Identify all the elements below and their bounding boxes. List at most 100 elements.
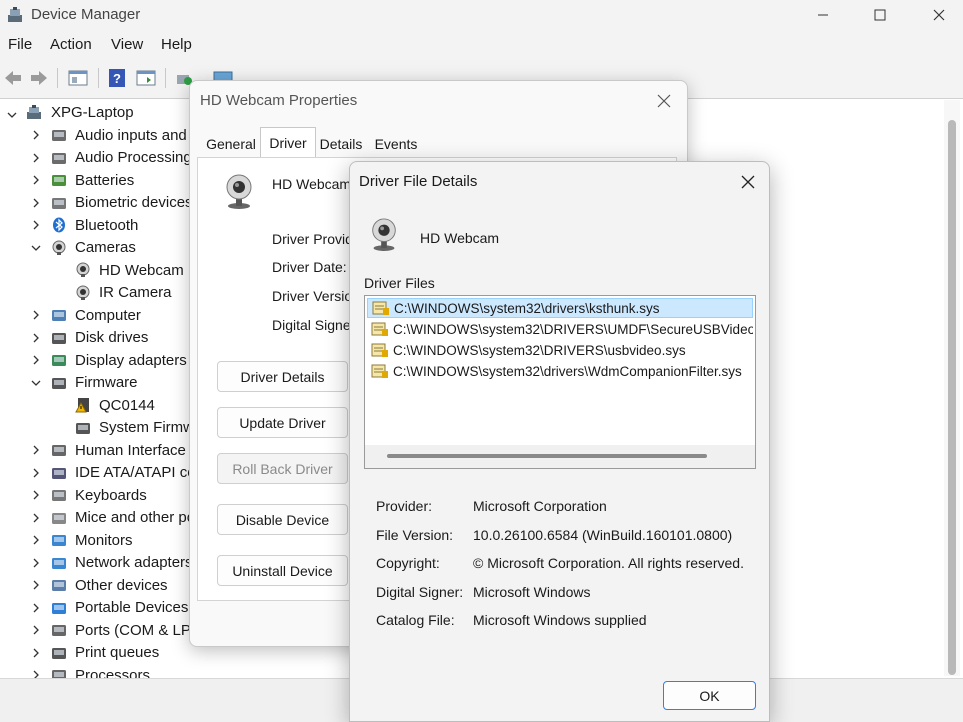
file-path: C:\WINDOWS\system32\drivers\ksthunk.sys bbox=[394, 300, 660, 316]
catalog-file-value: Microsoft Windows supplied bbox=[473, 612, 647, 628]
uninstall-device-button[interactable]: Uninstall Device bbox=[217, 555, 348, 586]
close-icon[interactable] bbox=[740, 174, 756, 190]
forward-button[interactable] bbox=[28, 66, 50, 90]
tree-device-item[interactable]: System Firmw bbox=[99, 417, 194, 439]
list-item[interactable]: C:\WINDOWS\system32\drivers\ksthunk.sys bbox=[367, 298, 753, 318]
scrollbar-thumb[interactable] bbox=[948, 120, 956, 675]
chevron-right-icon[interactable] bbox=[30, 197, 42, 209]
warning-firmware-icon bbox=[75, 398, 89, 413]
tree-device-item[interactable]: HD Webcam bbox=[99, 259, 184, 281]
driver-file-icon bbox=[372, 301, 389, 315]
tab-general[interactable]: General bbox=[202, 131, 260, 157]
tree-category-item[interactable]: Other devices bbox=[75, 574, 168, 596]
tree-category-item[interactable]: Keyboards bbox=[75, 484, 147, 506]
tree-category-item[interactable]: Cameras bbox=[75, 237, 136, 259]
tree-category-item[interactable]: Ports (COM & LPT bbox=[75, 619, 200, 641]
chevron-right-icon[interactable] bbox=[30, 467, 42, 479]
close-button[interactable] bbox=[916, 0, 962, 30]
file-path: C:\WINDOWS\system32\DRIVERS\UMDF\SecureU… bbox=[393, 321, 753, 337]
svg-text:?: ? bbox=[113, 71, 121, 86]
tree-category-item[interactable]: Computer bbox=[75, 304, 141, 326]
tree-category-item[interactable]: Audio inputs and bbox=[75, 124, 187, 146]
show-action-pane-button[interactable] bbox=[134, 66, 158, 90]
chevron-right-icon[interactable] bbox=[30, 534, 42, 546]
toolbar-separator bbox=[98, 68, 99, 88]
driver-provider-label: Driver Provide bbox=[272, 231, 361, 247]
chevron-down-icon[interactable] bbox=[6, 109, 18, 121]
chevron-right-icon[interactable] bbox=[30, 309, 42, 321]
chevron-down-icon[interactable] bbox=[30, 242, 42, 254]
tree-category-item[interactable]: Processors bbox=[75, 664, 150, 679]
ok-button[interactable]: OK bbox=[663, 681, 756, 710]
menu-file[interactable]: File bbox=[8, 36, 32, 53]
back-button[interactable] bbox=[2, 66, 24, 90]
horizontal-scrollbar[interactable] bbox=[365, 445, 755, 468]
help-button[interactable]: ? bbox=[106, 66, 128, 90]
fingerprint-icon bbox=[52, 197, 66, 209]
chevron-right-icon[interactable] bbox=[30, 354, 42, 366]
chevron-right-icon[interactable] bbox=[30, 579, 42, 591]
driver-details-button[interactable]: Driver Details bbox=[217, 361, 348, 392]
roll-back-driver-button[interactable]: Roll Back Driver bbox=[217, 453, 348, 484]
tree-root[interactable]: XPG-Laptop bbox=[51, 101, 134, 123]
digital-signer-label: Digital Signer: bbox=[376, 584, 464, 600]
tree-device-item[interactable]: IR Camera bbox=[99, 282, 172, 304]
chevron-right-icon[interactable] bbox=[30, 219, 42, 231]
scrollbar-thumb[interactable] bbox=[387, 454, 707, 458]
tree-category-item[interactable]: Human Interface I bbox=[75, 439, 194, 461]
tree-category-item[interactable]: Audio Processing bbox=[75, 147, 192, 169]
audio-icon bbox=[52, 130, 66, 141]
tree-category-item[interactable]: Batteries bbox=[75, 169, 134, 191]
chevron-right-icon[interactable] bbox=[30, 647, 42, 659]
minimize-button[interactable] bbox=[800, 0, 846, 30]
chevron-right-icon[interactable] bbox=[30, 332, 42, 344]
tree-category-item[interactable]: Portable Devices bbox=[75, 597, 188, 619]
chevron-down-icon[interactable] bbox=[30, 377, 42, 389]
tree-category-item[interactable]: Monitors bbox=[75, 529, 133, 551]
chevron-right-icon[interactable] bbox=[30, 444, 42, 456]
action-pane-icon bbox=[136, 70, 156, 86]
driver-date-label: Driver Date: bbox=[272, 259, 347, 275]
network-icon bbox=[52, 557, 66, 569]
tree-category-item[interactable]: IDE ATA/ATAPI con bbox=[75, 462, 204, 484]
tree-category-item[interactable]: Mice and other po bbox=[75, 507, 195, 529]
menu-action[interactable]: Action bbox=[50, 36, 92, 53]
tab-details[interactable]: Details bbox=[316, 131, 366, 157]
firmware-icon bbox=[52, 377, 66, 389]
chevron-right-icon[interactable] bbox=[30, 174, 42, 186]
tree-device-item[interactable]: QC0144 bbox=[99, 394, 155, 416]
tree-category-item[interactable]: Biometric devices bbox=[75, 192, 193, 214]
tab-events[interactable]: Events bbox=[368, 131, 424, 157]
menu-help[interactable]: Help bbox=[161, 36, 192, 53]
list-item[interactable]: C:\WINDOWS\system32\DRIVERS\UMDF\SecureU… bbox=[367, 319, 753, 339]
tree-category-item[interactable]: Firmware bbox=[75, 372, 138, 394]
chevron-right-icon[interactable] bbox=[30, 129, 42, 141]
update-driver-button[interactable]: Update Driver bbox=[217, 407, 348, 438]
catalog-file-label: Catalog File: bbox=[376, 612, 455, 628]
properties-icon bbox=[68, 70, 88, 86]
tree-category-item[interactable]: Disk drives bbox=[75, 327, 148, 349]
webcam-icon bbox=[372, 218, 396, 251]
tree-category-item[interactable]: Network adapters bbox=[75, 552, 193, 574]
chevron-right-icon[interactable] bbox=[30, 624, 42, 636]
tree-category-item[interactable]: Print queues bbox=[75, 642, 159, 664]
driver-files-list[interactable]: C:\WINDOWS\system32\drivers\ksthunk.sys … bbox=[364, 295, 756, 469]
disable-device-button[interactable]: Disable Device bbox=[217, 504, 348, 535]
maximize-button[interactable] bbox=[857, 0, 903, 30]
chevron-right-icon[interactable] bbox=[30, 512, 42, 524]
show-hide-console-button[interactable] bbox=[66, 66, 90, 90]
digital-signer-value: Microsoft Windows bbox=[473, 584, 591, 600]
window-title: Device Manager bbox=[31, 6, 141, 23]
chevron-right-icon[interactable] bbox=[30, 557, 42, 569]
chevron-right-icon[interactable] bbox=[30, 669, 42, 678]
chevron-right-icon[interactable] bbox=[30, 602, 42, 614]
list-item[interactable]: C:\WINDOWS\system32\DRIVERS\usbvideo.sys bbox=[367, 340, 753, 360]
tree-category-item[interactable]: Bluetooth bbox=[75, 214, 138, 236]
close-icon[interactable] bbox=[656, 93, 672, 109]
chevron-right-icon[interactable] bbox=[30, 152, 42, 164]
menu-view[interactable]: View bbox=[111, 36, 143, 53]
chevron-right-icon[interactable] bbox=[30, 489, 42, 501]
tab-driver[interactable]: Driver bbox=[260, 127, 316, 158]
list-item[interactable]: C:\WINDOWS\system32\drivers\WdmCompanion… bbox=[367, 361, 753, 381]
tree-category-item[interactable]: Display adapters bbox=[75, 349, 187, 371]
